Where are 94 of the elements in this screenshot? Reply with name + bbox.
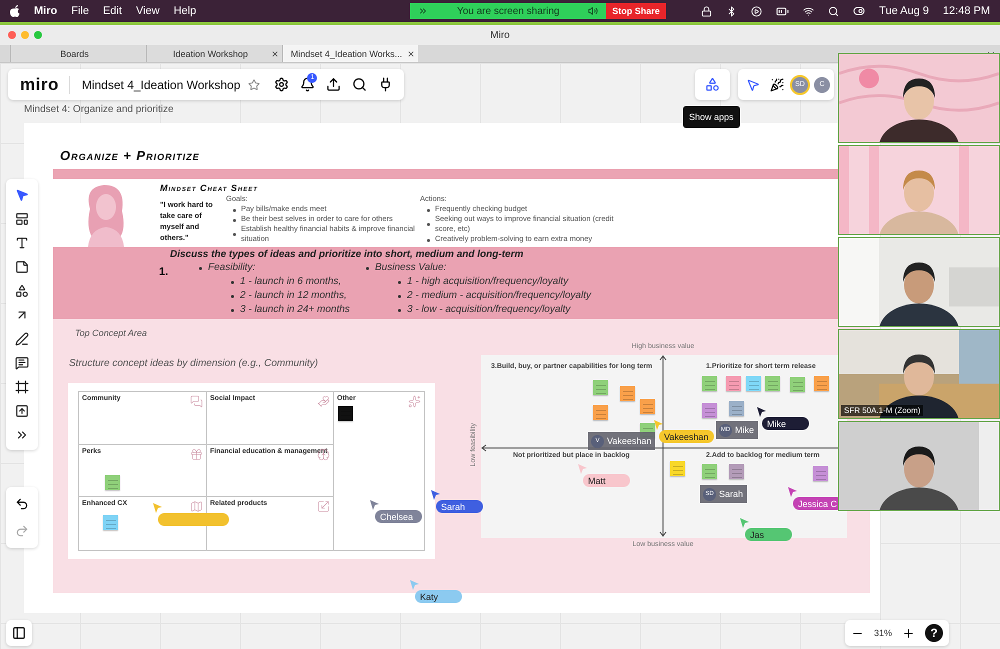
scaling-icon [317, 500, 330, 513]
cursor-label: Sarah [436, 500, 483, 513]
comment-icon[interactable] [15, 356, 29, 370]
help-button[interactable]: ? [925, 624, 944, 642]
browser-tab[interactable]: Mindset 4_Ideation Works... [282, 45, 418, 62]
cursor-icon [370, 500, 379, 510]
upload-icon[interactable] [326, 77, 341, 92]
frame-icon[interactable] [15, 380, 29, 394]
templates-icon[interactable] [15, 212, 29, 226]
close-icon[interactable] [407, 50, 415, 58]
time: 12:48 PM [942, 5, 990, 17]
apple-icon[interactable] [10, 5, 20, 17]
sparkles-icon [408, 395, 421, 408]
app-menu[interactable]: Miro [34, 5, 58, 17]
participant-caption: SFR 50A.1-M (Zoom) [841, 405, 924, 416]
undo-icon[interactable] [15, 497, 29, 511]
cursor-icon [654, 420, 663, 430]
cursor-label: Chelsea [375, 510, 422, 523]
cursor-icon [757, 407, 766, 417]
star-icon[interactable] [248, 78, 260, 90]
play-icon[interactable] [751, 6, 762, 16]
pen-icon[interactable] [15, 332, 29, 346]
shapes-icon[interactable] [15, 284, 29, 298]
cheat-sheet-title: Mindset Cheat Sheet [160, 183, 259, 193]
collaborator-name: Sarah [719, 489, 744, 499]
cursor-label: Jas [745, 528, 792, 541]
criteria-item: 3 - low - acquisition/frequency/loyalty [397, 303, 574, 317]
battery-icon[interactable] [776, 4, 790, 18]
lock-icon[interactable] [701, 6, 712, 16]
prompt-text: Discuss the types of ideas and prioritize into short, medium and long-term [170, 249, 524, 260]
search-icon[interactable] [828, 6, 840, 16]
party-popper-icon[interactable] [770, 78, 784, 92]
collaborator-name: Mike [735, 425, 754, 435]
apps-button[interactable] [695, 69, 730, 100]
search-icon[interactable] [352, 77, 367, 92]
map-icon [190, 500, 203, 513]
step-number: 1. [159, 266, 168, 278]
miro-logo[interactable]: miro [8, 76, 70, 94]
menu-item[interactable]: Edit [102, 5, 122, 17]
gift-icon [190, 448, 203, 461]
select-icon[interactable] [15, 188, 29, 202]
criteria-item: 3 - launch in 24+ months [230, 303, 354, 317]
window-title: Miro [490, 30, 510, 40]
tooltip: Show apps [683, 106, 740, 128]
criteria-item: 2 - medium - acquisition/frequency/loyalty [397, 289, 595, 303]
text-icon[interactable] [15, 236, 29, 250]
board-title: Organize + Prioritize [60, 148, 201, 163]
cursor-label: Matt [583, 474, 630, 487]
area-label: Top Concept Area [75, 328, 148, 338]
upload-icon[interactable] [15, 404, 29, 418]
control-center-icon[interactable] [853, 5, 866, 17]
criteria-item: 1 - launch in 6 months, [230, 275, 346, 289]
browser-tab[interactable]: Ideation Workshop [146, 45, 282, 62]
wifi-icon[interactable] [803, 6, 814, 16]
cursor-icon [740, 518, 749, 528]
criteria-item: 2 - launch in 12 months, [230, 289, 351, 303]
sticky-note-icon[interactable] [15, 260, 29, 274]
sidebar-icon [12, 626, 26, 640]
criteria-item: 1 - high acquisition/frequency/loyalty [397, 275, 572, 289]
collaborator-name: Vakeeshan [607, 436, 652, 446]
criteria-heading: Feasibility: [198, 261, 260, 275]
frame-label: Mindset 4: Organize and prioritize [24, 104, 174, 115]
menu-item[interactable]: File [71, 5, 89, 17]
bell-icon[interactable] [300, 77, 315, 92]
speaker-icon[interactable] [588, 6, 598, 16]
speech-bubbles-icon [190, 395, 203, 408]
criteria-heading: Business Value: [365, 261, 450, 275]
settings-icon[interactable] [274, 77, 289, 92]
zoom-level: 31% [874, 628, 892, 638]
zoom-in-icon[interactable] [902, 626, 916, 640]
menu-item[interactable]: View [136, 5, 160, 17]
cursor-icon [410, 580, 419, 590]
cursor-icon [431, 490, 440, 500]
menu-item[interactable]: Help [174, 5, 196, 17]
cursor-icon [578, 464, 587, 474]
cursor-icon [788, 487, 797, 497]
cursor-icon [153, 503, 162, 513]
stop-share-button[interactable]: Stop Share [606, 3, 666, 19]
bluetooth-icon[interactable] [726, 6, 738, 16]
cursor-label: Vakeeshan [659, 430, 714, 443]
share-icon [418, 6, 428, 16]
close-icon[interactable] [271, 50, 279, 58]
grid-caption: Structure concept ideas by dimension (e.g., Community) [69, 358, 319, 369]
close-window-button[interactable] [8, 31, 16, 39]
date: Tue Aug 9 [879, 5, 929, 17]
panel-toggle-button[interactable] [6, 620, 32, 646]
cursor-label: Katy [415, 590, 462, 603]
browser-tab[interactable]: Boards [10, 45, 146, 62]
shapes-icon [705, 77, 720, 92]
cursor-icon[interactable] [746, 78, 760, 92]
sharing-text: You are screen sharing [456, 6, 560, 16]
cursor-label: Mike [762, 417, 809, 430]
hand-heart-icon [317, 395, 330, 408]
board-name[interactable]: Mindset 4_Ideation Workshop [82, 78, 240, 92]
